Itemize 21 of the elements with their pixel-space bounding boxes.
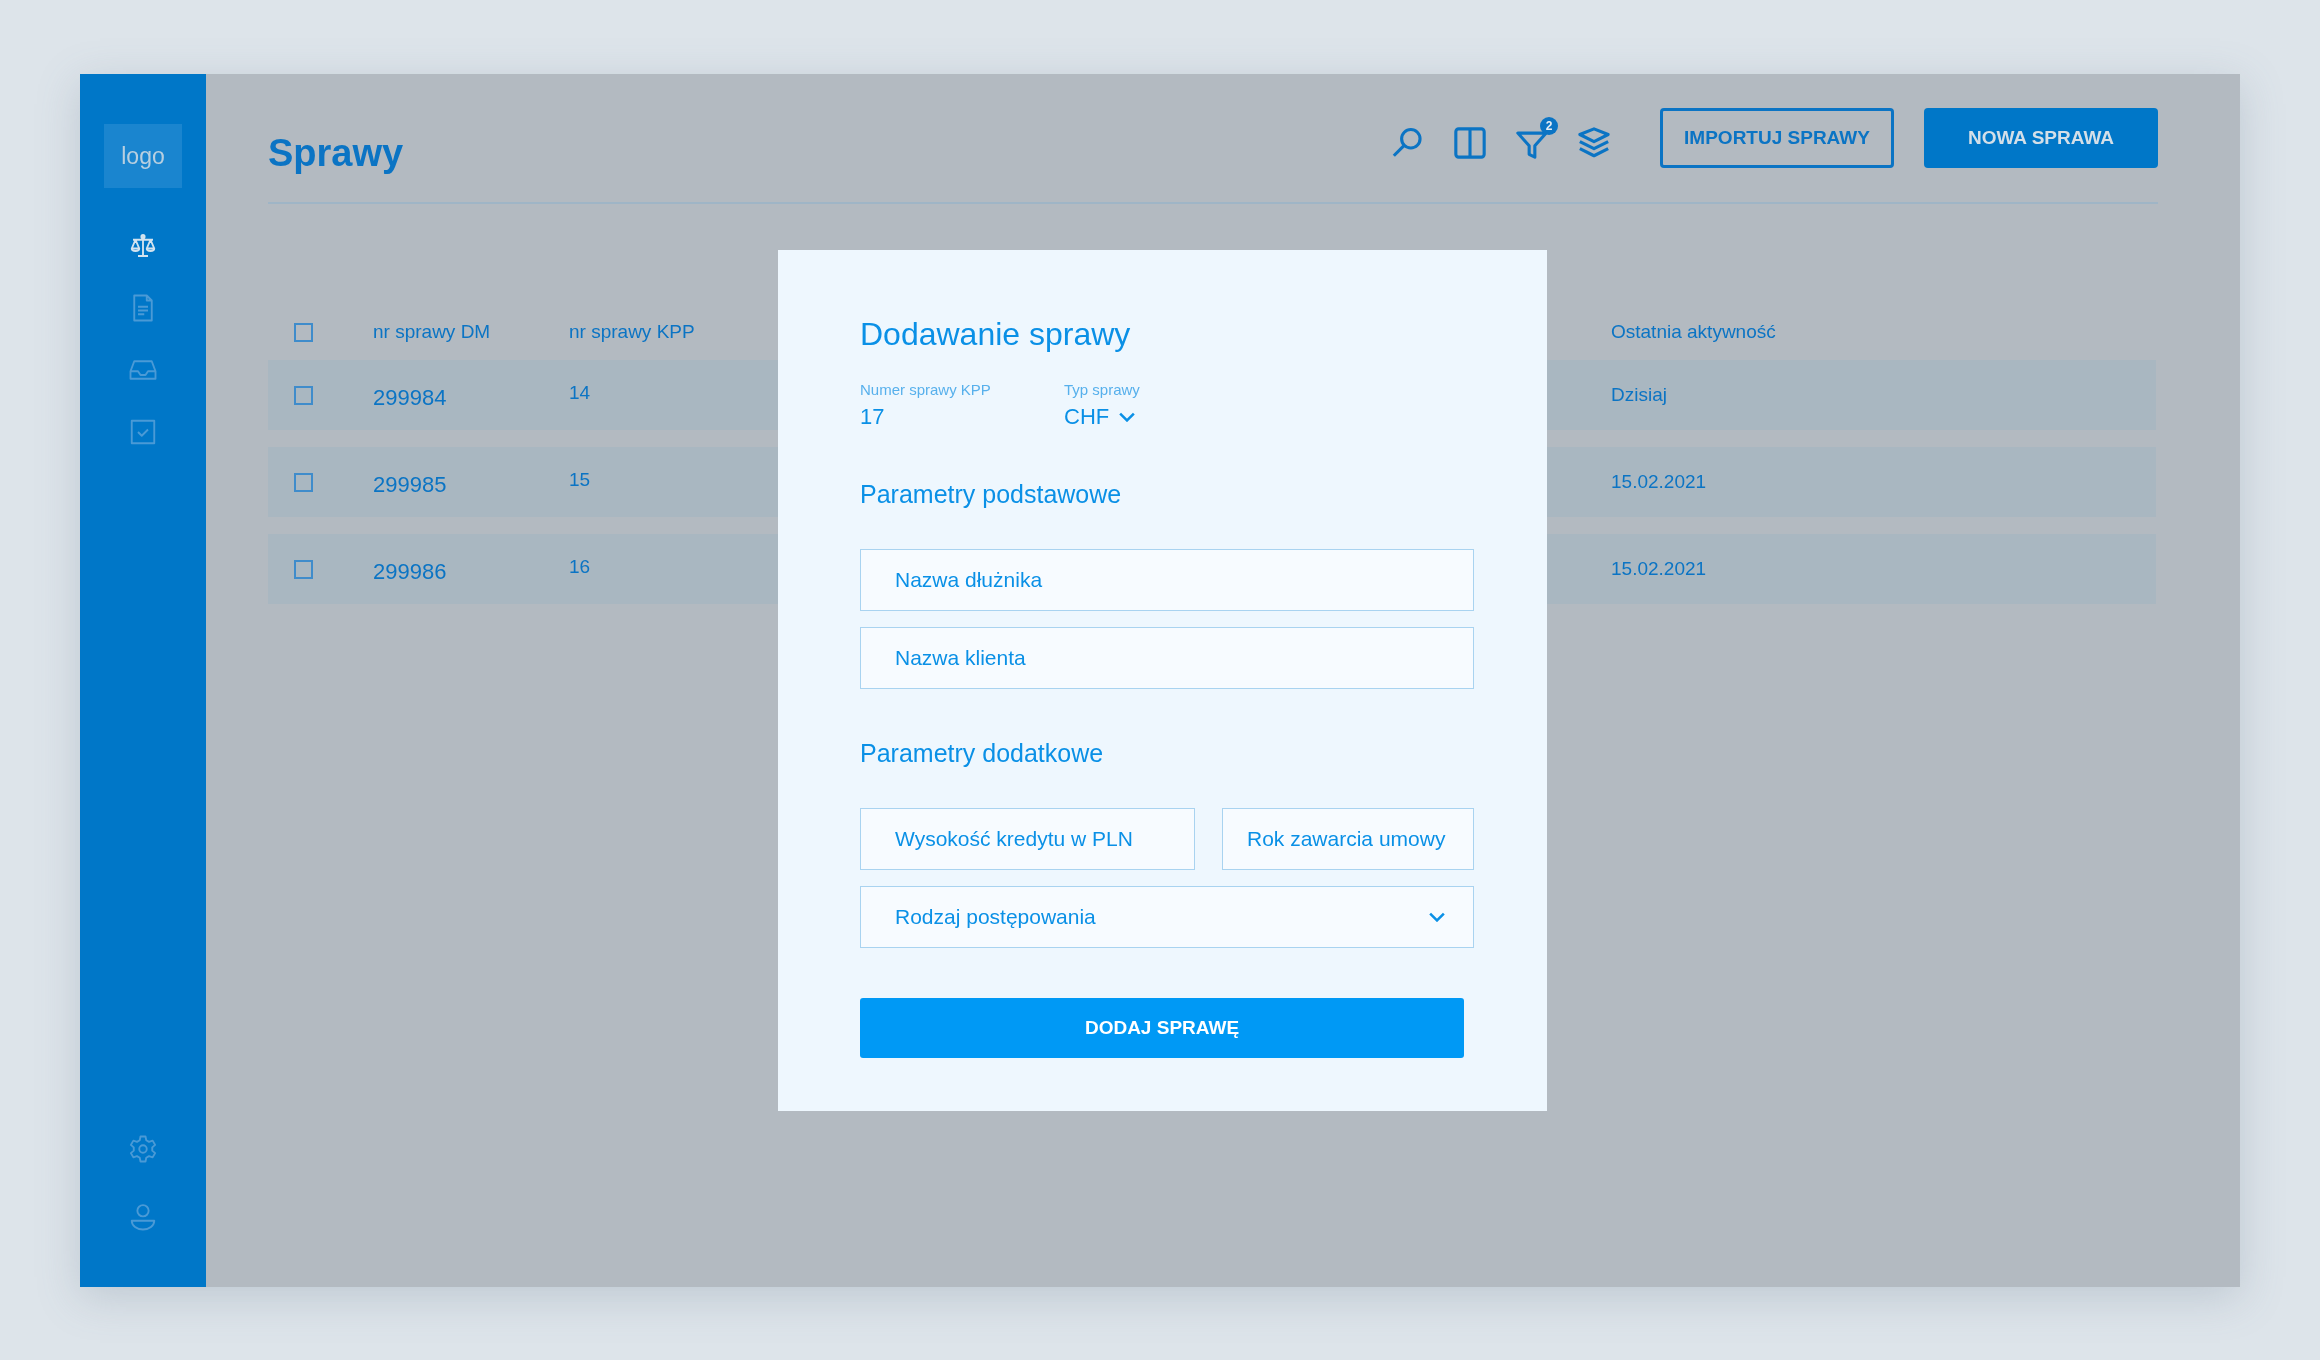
section-title: Parametry dodatkowe (860, 739, 1105, 768)
table-cell-text: 14 (569, 382, 592, 404)
modal-title: Dodawanie sprawy (860, 316, 1132, 353)
filter-count-badge: 2 (1540, 117, 1558, 135)
table-cell: 15.02.2021 (1611, 558, 1707, 580)
field-label: Typ sprawy (1064, 381, 1141, 398)
table-cell-text: 16 (569, 556, 592, 578)
table-cell-text: 299986 (373, 559, 448, 585)
page-title: Sprawy (268, 131, 405, 175)
field-value: 17 (860, 404, 886, 430)
section-title: Parametry podstawowe (860, 480, 1123, 509)
table-cell-text: 299985 (373, 472, 448, 498)
table-cell-text: 299984 (373, 385, 448, 411)
table-cell-text: 15 (569, 469, 592, 491)
field-label: Numer sprawy KPP (860, 381, 992, 398)
table-cell: Dzisiaj (1611, 384, 1667, 406)
column-header: nr sprawy KPP (569, 321, 696, 343)
column-header: nr sprawy DM (373, 321, 492, 343)
column-header: Ostatnia aktywność (1611, 321, 1776, 343)
table-cell: 15.02.2021 (1611, 471, 1707, 493)
logo: logo (104, 124, 182, 188)
